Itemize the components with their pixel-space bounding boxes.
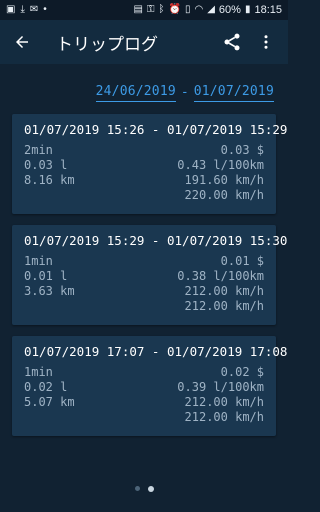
dot-icon: • — [43, 4, 47, 15]
nfc-icon: ▤ — [133, 4, 143, 15]
page-title: トリップログ — [56, 34, 158, 54]
trip-card[interactable]: 01/07/2019 15:26 - 01/07/2019 15:29 2min… — [12, 114, 288, 214]
trip-cost: 0.03 $ — [220, 143, 264, 157]
overflow-menu-button[interactable] — [252, 28, 280, 56]
trip-period: 01/07/2019 15:26 - 01/07/2019 15:29 — [24, 122, 288, 137]
trip-distance: 3.63 km — [24, 284, 75, 298]
trip-max-speed: 220.00 km/h — [184, 188, 264, 202]
mail-icon: ✉ — [29, 4, 39, 15]
alarm-icon: ⏰ — [168, 4, 181, 15]
trip-consumption: 0.43 l/100km — [177, 158, 264, 172]
trip-fuel: 0.02 l — [24, 380, 68, 394]
trip-cost: 0.02 $ — [220, 365, 264, 379]
trip-max-speed: 212.00 km/h — [184, 410, 264, 424]
trip-distance: 5.07 km — [24, 395, 75, 409]
page-dot[interactable] — [134, 486, 140, 491]
trip-cost: 0.01 $ — [220, 254, 264, 268]
clock: 18:15 — [254, 4, 282, 16]
date-separator: - — [180, 85, 189, 100]
trip-card[interactable]: 01/07/2019 15:29 - 01/07/2019 15:30 1min… — [12, 225, 288, 325]
trip-avg-speed: 212.00 km/h — [184, 395, 264, 409]
battery-percent: 60% — [218, 4, 241, 16]
download-icon: ⤓ — [20, 4, 25, 15]
trip-avg-speed: 191.60 km/h — [184, 173, 264, 187]
trip-avg-speed: 212.00 km/h — [184, 284, 264, 298]
trip-distance: 8.16 km — [24, 173, 75, 187]
trip-fuel: 0.01 l — [24, 269, 68, 283]
start-date-field[interactable]: 24/06/2019 — [95, 84, 176, 102]
back-arrow-icon — [16, 36, 28, 48]
trip-card[interactable]: 01/07/2019 17:07 - 01/07/2019 17:08 1min… — [12, 336, 288, 436]
bluetooth-icon: ᛒ — [158, 4, 165, 15]
page-dot-active[interactable] — [147, 485, 154, 492]
key-icon: ⚿ — [146, 4, 155, 15]
battery-icon: ▮ — [244, 4, 251, 15]
trip-consumption: 0.38 l/100km — [177, 269, 264, 283]
back-button[interactable] — [10, 30, 34, 54]
end-date-field[interactable]: 01/07/2019 — [193, 84, 274, 102]
signal-icon: ◢ — [207, 4, 215, 15]
wifi-icon: ◠ — [194, 4, 204, 15]
trip-list: 01/07/2019 15:26 - 01/07/2019 15:29 2min… — [0, 114, 288, 436]
share-icon — [224, 33, 240, 51]
trip-duration: 1min — [24, 365, 53, 379]
status-bar: ▣ ⤓ ✉ • ▤ ⚿ ᛒ ⏰ ▯ ◠ ◢ 60% ▮ 18:15 — [0, 0, 288, 20]
trip-duration: 1min — [24, 254, 53, 268]
trip-consumption: 0.39 l/100km — [177, 380, 264, 394]
page-indicator — [0, 485, 288, 492]
more-vert-icon — [264, 35, 268, 49]
trip-fuel: 0.03 l — [24, 158, 68, 172]
trip-max-speed: 212.00 km/h — [184, 299, 264, 313]
app-bar: トリップログ — [0, 20, 288, 64]
trip-period: 01/07/2019 17:07 - 01/07/2019 17:08 — [24, 344, 288, 359]
vibrate-icon: ▯ — [184, 4, 191, 15]
trip-period: 01/07/2019 15:29 - 01/07/2019 15:30 — [24, 233, 288, 248]
share-button[interactable] — [218, 28, 246, 56]
date-range: 24/06/2019 - 01/07/2019 — [0, 66, 288, 102]
gallery-notification-icon: ▣ — [6, 4, 16, 15]
trip-duration: 2min — [24, 143, 53, 157]
